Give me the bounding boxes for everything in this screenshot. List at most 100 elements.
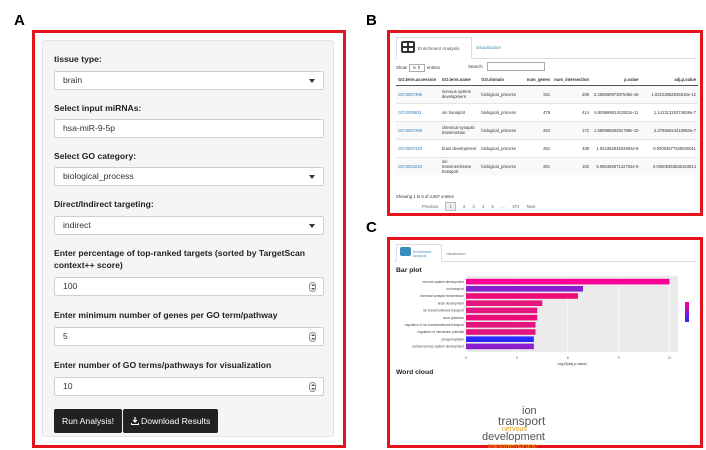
min-genes-label: Enter minimum number of genes per GO ter… (54, 310, 278, 320)
table-cell: biological_process (479, 120, 525, 139)
pager-page[interactable]: 974 (512, 204, 519, 209)
table-cell: 251 (524, 138, 553, 157)
panel-a-input-form: tissue type: brain Select input miRNAs: … (32, 30, 346, 448)
download-results-label: Download Results (141, 416, 211, 426)
show-label: Show (396, 65, 407, 70)
table-cell: 6.60568691413522e-11 (590, 102, 641, 121)
targeting-label: Direct/Indirect targeting: (54, 199, 154, 209)
table-cell: nervous system development (439, 84, 480, 103)
chevron-down-icon (309, 175, 315, 179)
category-label: phosphorylation (441, 337, 464, 341)
go-accession-link[interactable]: GO:0007420 (396, 138, 440, 157)
spinner-icon[interactable] (309, 282, 316, 292)
results-table: GO.term.accession GO.term.name GO.domain… (396, 75, 698, 175)
bar (466, 336, 534, 342)
pager-ellipsis: … (501, 204, 506, 209)
table-cell: 253 (524, 120, 553, 139)
panel-b-results-table: Enrichment Analysis visualization Show 5… (387, 30, 703, 216)
download-results-button[interactable]: Download Results (123, 409, 219, 433)
chevron-down-icon (309, 224, 315, 228)
table-cell: 414 (552, 102, 591, 121)
pager-page[interactable]: 2 (463, 204, 465, 209)
table-cell: 1.02435264502682e-9 (590, 138, 641, 157)
category-label: brain development (438, 301, 464, 305)
tab-enrichment-label: Enrichment Analysis (418, 46, 460, 51)
table-row: GO:0007268 chemical synaptic transmission… (396, 120, 698, 139)
col-header[interactable]: num_genes (524, 75, 553, 86)
go-accession-link[interactable]: GO:0007268 (396, 120, 440, 139)
tab-enrichment-analysis[interactable]: Enrichment Analysis (396, 37, 472, 59)
bar (466, 314, 538, 321)
grid-icon (401, 41, 415, 53)
go-category-value: biological_process (63, 171, 134, 181)
table-cell: 0.00003577528530011 (640, 138, 698, 157)
color-legend (685, 302, 689, 322)
mirna-input[interactable]: hsa-miR-9-5p (54, 119, 324, 138)
table-cell: biological_process (479, 138, 525, 157)
category-label: axon guidance (443, 316, 464, 320)
pager-next[interactable]: Next (527, 204, 536, 209)
table-cell: 209 (552, 84, 591, 103)
x-tick-label: 9 (618, 356, 620, 360)
table-cell: ion transport (439, 102, 480, 121)
table-cell: biological_process (479, 84, 525, 103)
tab-enrichment-analysis[interactable]: Enrichment Analysis (396, 244, 442, 262)
pager-page[interactable]: 5 (492, 204, 494, 209)
table-row: GO:0006811 ion transport biological_proces… (396, 102, 698, 121)
bar (466, 300, 543, 306)
pager-page[interactable]: 4 (482, 204, 484, 209)
bar (466, 293, 578, 299)
tab-visualization[interactable]: visualization (476, 45, 501, 50)
table-cell: ion transmembrane transport (439, 156, 480, 175)
percentage-label: Enter percentage of top-ranked targets (… (54, 248, 306, 270)
num-terms-input[interactable]: 10 (54, 377, 324, 396)
spinner-icon[interactable] (309, 332, 316, 342)
length-control: Show 5 ⇕ entries (396, 64, 440, 72)
bar (466, 343, 534, 350)
go-accession-link[interactable]: GO:0006811 (396, 102, 440, 121)
tissue-type-select[interactable]: brain (54, 71, 324, 90)
targeting-select[interactable]: indirect (54, 216, 324, 235)
go-accession-link[interactable]: GO:0007399 (396, 84, 440, 103)
table-cell: 182 (552, 156, 591, 175)
table-header-row: GO.term.accession GO.term.name GO.domain… (396, 75, 698, 86)
col-header[interactable]: p.value (590, 75, 641, 86)
search-input[interactable] (487, 62, 545, 71)
col-header[interactable]: GO.term.name (439, 75, 480, 86)
table-row: GO:0007399 nervous system development biol… (396, 84, 698, 103)
entries-label: entries (426, 65, 440, 70)
table-cell: 1.14131319374638e-7 (640, 102, 698, 121)
bar (466, 286, 584, 292)
table-info: Showing 1 to 5 of 4,867 entries (396, 194, 454, 199)
x-tick-label: 3 (516, 356, 518, 360)
go-accession-link[interactable]: GO:0034220 (396, 156, 440, 175)
percentage-input[interactable]: 100 (54, 277, 324, 296)
page-length-select[interactable]: 5 ⇕ (409, 64, 425, 72)
col-header[interactable]: GO.term.accession (396, 75, 440, 86)
x-tick-label: 6 (567, 356, 569, 360)
category-label: nervous system development (423, 280, 465, 284)
bar (466, 329, 536, 335)
table-cell: 479 (524, 102, 553, 121)
go-category-select[interactable]: biological_process (54, 167, 324, 186)
panel-label-a: A (14, 12, 25, 29)
pager-page[interactable]: 3 (473, 204, 475, 209)
min-genes-input[interactable]: 5 (54, 327, 324, 346)
col-header[interactable]: num_intersection (552, 75, 591, 86)
chevron-down-icon (309, 79, 315, 83)
pager-page[interactable]: 1 (445, 202, 456, 211)
spinner-icon[interactable] (309, 382, 316, 392)
targeting-value: indirect (63, 220, 91, 230)
tab-enrichment-label: Enrichment Analysis (413, 250, 432, 258)
tab-visualization[interactable]: visualization (446, 252, 466, 256)
tissue-type-label: tissue type: (54, 54, 102, 64)
col-header[interactable]: adj.p.value (640, 75, 698, 86)
tab-bar: Enrichment Analysis visualization (394, 244, 696, 262)
category-label: ion transport (446, 287, 464, 291)
num-terms-value: 10 (63, 381, 73, 391)
col-header[interactable]: GO.domain (479, 75, 525, 86)
pager-previous[interactable]: Previous (422, 204, 438, 209)
run-analysis-button[interactable]: Run Analysis! (54, 409, 123, 433)
table-cell: chemical synaptic transmission (439, 120, 480, 139)
table-cell: 0.00006453836184614 (640, 156, 698, 175)
